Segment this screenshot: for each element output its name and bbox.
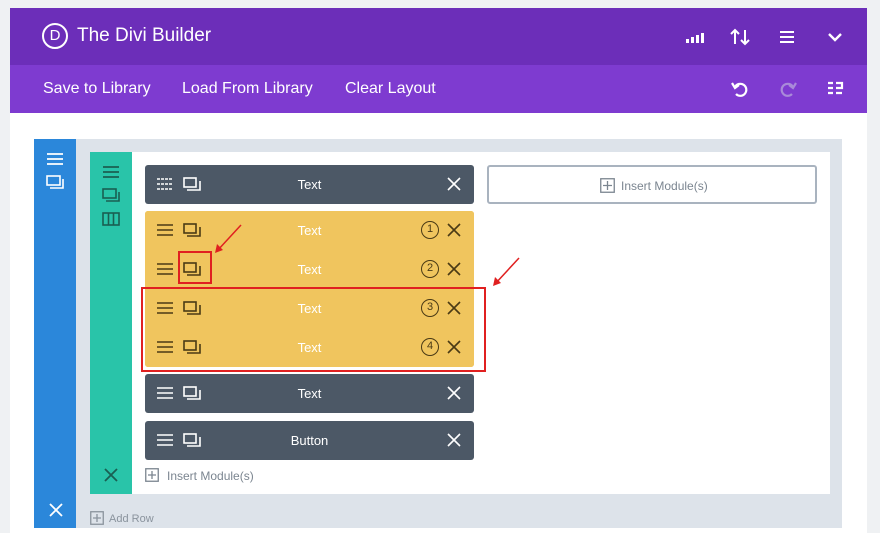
- selection-number-badge: 1: [421, 221, 439, 239]
- portability-icon[interactable]: [683, 26, 705, 48]
- load-from-library-button[interactable]: Load From Library: [182, 80, 313, 98]
- sort-icon[interactable]: [729, 26, 751, 48]
- module-text[interactable]: Text: [145, 374, 474, 413]
- module-label: Text: [297, 177, 322, 192]
- redo-icon[interactable]: [778, 79, 798, 99]
- selection-number-badge: 2: [421, 260, 439, 278]
- delete-icon[interactable]: [447, 433, 461, 447]
- insert-module-button[interactable]: Insert Module(s): [487, 165, 817, 204]
- settings-icon[interactable]: [183, 177, 201, 192]
- settings-icon[interactable]: [183, 386, 201, 401]
- module-label: Button: [290, 433, 329, 448]
- plus-icon: [600, 178, 615, 193]
- row-settings-icon[interactable]: [102, 187, 120, 203]
- insert-module-label: Insert Module(s): [621, 179, 708, 193]
- annotation-arrow-icon: [215, 224, 242, 253]
- row-sidebar: [90, 152, 132, 494]
- module-label: Text: [297, 386, 322, 401]
- save-to-library-button[interactable]: Save to Library: [43, 80, 151, 98]
- move-handle-icon[interactable]: [156, 433, 174, 447]
- move-handle-icon[interactable]: [156, 223, 174, 237]
- undo-icon[interactable]: [730, 79, 750, 99]
- clear-layout-button[interactable]: Clear Layout: [345, 80, 436, 98]
- divi-builder-frame: D The Divi Builder Save to Library Load …: [10, 8, 867, 533]
- builder-toolbar: Save to Library Load From Library Clear …: [10, 65, 867, 113]
- delete-icon[interactable]: [447, 262, 461, 276]
- highlight-settings-box: [178, 251, 212, 284]
- divi-logo: D: [42, 23, 68, 49]
- module-text[interactable]: Text: [145, 165, 474, 204]
- delete-icon[interactable]: [447, 386, 461, 400]
- highlight-selected-modules-box: [141, 287, 486, 372]
- delete-icon[interactable]: [447, 177, 461, 191]
- module-button[interactable]: Button: [145, 421, 474, 460]
- settings-icon[interactable]: [183, 223, 201, 238]
- app-title: The Divi Builder: [77, 25, 212, 46]
- module-text[interactable]: Text 1: [145, 211, 474, 250]
- settings-icon[interactable]: [46, 174, 64, 190]
- move-handle-icon[interactable]: [156, 386, 174, 400]
- settings-icon[interactable]: [183, 433, 201, 448]
- move-handle-icon[interactable]: [156, 262, 174, 276]
- delete-row-icon[interactable]: [102, 467, 120, 483]
- section-sidebar: [34, 139, 76, 528]
- menu-icon[interactable]: [776, 26, 798, 48]
- insert-module-link[interactable]: Insert Module(s): [167, 469, 254, 483]
- annotation-arrow-icon: [493, 257, 520, 286]
- move-handle-icon[interactable]: [156, 177, 174, 191]
- plus-icon[interactable]: [145, 468, 159, 482]
- delete-icon[interactable]: [447, 223, 461, 237]
- move-handle-icon[interactable]: [46, 151, 64, 167]
- delete-section-icon[interactable]: [47, 502, 65, 518]
- add-row-link[interactable]: Add Row: [109, 513, 154, 525]
- columns-icon[interactable]: [102, 211, 120, 227]
- row-move-icon[interactable]: [102, 164, 120, 180]
- history-icon[interactable]: [825, 79, 845, 99]
- plus-icon[interactable]: [90, 511, 104, 525]
- chevron-down-icon[interactable]: [824, 26, 846, 48]
- builder-header: D The Divi Builder: [10, 8, 867, 65]
- module-label: Text: [297, 262, 322, 277]
